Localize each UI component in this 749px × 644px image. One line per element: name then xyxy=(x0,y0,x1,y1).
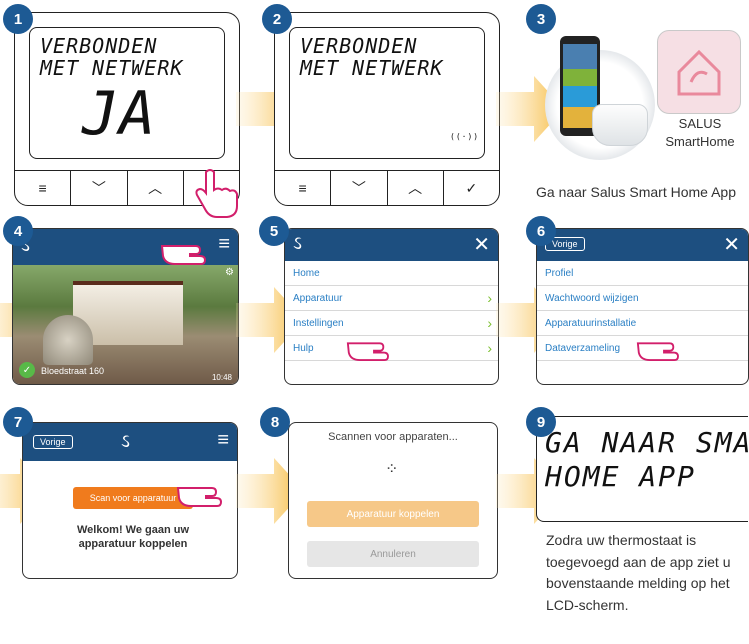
menu-item-home[interactable]: Home xyxy=(285,261,498,286)
hand-pointer-icon xyxy=(176,487,223,507)
thermostat-display-9: GA NAAR SMAR HOME APP xyxy=(536,416,749,522)
display-line-2: MET NETWERK xyxy=(300,56,444,80)
step9-caption: Zodra uw thermostaat is toegevoegd aan d… xyxy=(546,532,731,614)
pair-button[interactable]: Apparatuur koppelen xyxy=(307,501,479,527)
step-badge-6: 6 xyxy=(526,216,556,246)
close-icon[interactable]: ✕ xyxy=(723,232,740,257)
app-header: Vorige ✕ xyxy=(537,229,748,261)
up-button[interactable]: ︿ xyxy=(388,171,444,205)
menu-button[interactable]: ≡ xyxy=(15,171,72,205)
app-header: ઽ ✕ xyxy=(285,229,498,261)
display-big-text: JA xyxy=(82,79,157,149)
down-button[interactable]: ﹀ xyxy=(71,171,128,205)
step-badge-7: 7 xyxy=(3,407,33,437)
step-badge-3: 3 xyxy=(526,4,556,34)
settings-item-wachtwoord[interactable]: Wachtwoord wijzigen xyxy=(537,286,748,311)
step-badge-1: 1 xyxy=(3,4,33,34)
settings-item-label: Dataverzameling xyxy=(545,342,621,354)
menu-item-label: Apparatuur xyxy=(293,292,343,304)
step-badge-5: 5 xyxy=(259,216,289,246)
down-button[interactable]: ﹀ xyxy=(331,171,388,205)
step3-caption: Ga naar Salus Smart Home App xyxy=(536,184,736,200)
home-time: 10:48 xyxy=(211,373,232,382)
thermostat-2: VERBONDEN MET NETWERK ((·)) ≡ ﹀ ︿ ✓ xyxy=(274,12,500,206)
display-line-2: MET NETWERK xyxy=(40,56,184,80)
app-scanning-screen: Scannen voor apparaten... ⁘ Apparatuur k… xyxy=(288,422,498,579)
hub-device-illustration xyxy=(592,104,648,146)
check-circle-icon: ✓ xyxy=(19,362,35,378)
hand-pointer-icon xyxy=(160,245,207,265)
salus-logo-icon: ઽ xyxy=(293,233,302,253)
app-header: Vorige ઽ ≡ xyxy=(23,423,237,461)
up-button[interactable]: ︿ xyxy=(128,171,184,205)
step-badge-4: 4 xyxy=(3,216,33,246)
thermostat-display: VERBONDEN MET NETWERK ((·)) xyxy=(289,27,485,159)
ok-button[interactable]: ✓ xyxy=(444,171,499,205)
salus-logo-icon: ઽ xyxy=(121,431,130,451)
thermostat-buttons: ≡ ﹀ ︿ ✓ xyxy=(275,170,499,205)
display-line-2: HOME APP xyxy=(545,460,696,493)
home-photo: ⚙ ✓ Bloedstraat 160 10:48 xyxy=(13,265,238,384)
menu-button[interactable]: ≡ xyxy=(275,171,332,205)
spinner-icon: ⁘ xyxy=(385,461,399,478)
display-line-1: GA NAAR SMAR xyxy=(545,426,749,459)
settings-item-label: Wachtwoord wijzigen xyxy=(545,292,639,304)
display-line-1: VERBONDEN xyxy=(300,34,418,58)
cancel-button[interactable]: Annuleren xyxy=(307,541,479,567)
hand-pointer-icon xyxy=(346,342,389,361)
menu-item-apparatuur[interactable]: Apparatuur › xyxy=(285,286,498,311)
menu-item-label: Hulp xyxy=(293,342,314,354)
settings-gear-icon[interactable]: ⚙ xyxy=(225,267,234,278)
hand-pointer-icon xyxy=(195,169,238,218)
home-address: Bloedstraat 160 xyxy=(41,366,105,376)
step-badge-2: 2 xyxy=(262,4,292,34)
hand-pointer-icon xyxy=(636,342,679,361)
brand-subname: SmartHome xyxy=(665,134,735,149)
chevron-right-icon: › xyxy=(487,290,492,306)
display-line-1: VERBONDEN xyxy=(40,34,158,58)
scanning-title: Scannen voor apparaten... xyxy=(328,431,458,443)
brand-name: SALUS xyxy=(678,116,722,131)
chevron-right-icon: › xyxy=(487,340,492,356)
menu-item-label: Home xyxy=(293,267,320,279)
hamburger-menu-icon[interactable]: ≡ xyxy=(218,233,230,256)
close-icon[interactable]: ✕ xyxy=(473,232,490,257)
settings-item-label: Profiel xyxy=(545,267,574,279)
settings-item-label: Apparatuurinstallatie xyxy=(545,317,637,329)
scan-button[interactable]: Scan voor apparatuur xyxy=(73,487,193,509)
salus-app-icon xyxy=(657,30,741,114)
step-badge-8: 8 xyxy=(260,407,290,437)
hamburger-menu-icon[interactable]: ≡ xyxy=(217,429,229,452)
menu-item-label: Instellingen xyxy=(293,317,344,329)
wifi-icon: ((·)) xyxy=(450,132,480,141)
settings-item-profiel[interactable]: Profiel xyxy=(537,261,748,286)
step-badge-9: 9 xyxy=(526,407,556,437)
chevron-right-icon: › xyxy=(487,315,492,331)
welcome-text: Welkom! We gaan uw apparatuur koppelen xyxy=(76,524,190,551)
thermostat-display: VERBONDEN MET NETWERK JA xyxy=(29,27,225,159)
back-button[interactable]: Vorige xyxy=(33,435,73,449)
